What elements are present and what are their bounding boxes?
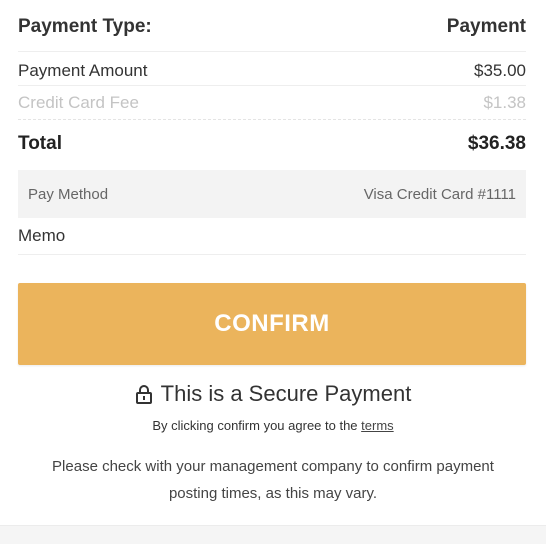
memo-row: Memo bbox=[18, 218, 526, 255]
payment-amount-row: Payment Amount $35.00 bbox=[18, 52, 526, 86]
payment-type-row: Payment Type: Payment bbox=[18, 0, 526, 52]
confirm-button[interactable]: CONFIRM bbox=[18, 283, 526, 365]
terms-agreement-text: By clicking confirm you agree to the bbox=[152, 418, 362, 433]
credit-card-fee-value: $1.38 bbox=[483, 92, 526, 112]
total-value: $36.38 bbox=[467, 133, 526, 154]
payment-amount-value: $35.00 bbox=[474, 60, 526, 80]
payment-type-label: Payment Type: bbox=[18, 15, 152, 37]
posting-times-note: Please check with your management compan… bbox=[52, 458, 494, 502]
pay-method-row: Pay Method Visa Credit Card #1111 bbox=[18, 170, 526, 218]
lock-icon bbox=[135, 384, 153, 404]
pay-method-value: Visa Credit Card #1111 bbox=[363, 185, 516, 203]
payment-amount-label: Payment Amount bbox=[18, 60, 148, 80]
credit-card-fee-label: Credit Card Fee bbox=[18, 92, 139, 112]
footer-divider bbox=[0, 525, 546, 544]
terms-link[interactable]: terms bbox=[361, 418, 394, 433]
payment-type-value: Payment bbox=[446, 15, 526, 37]
secure-payment-notice: This is a Secure Payment bbox=[0, 381, 546, 407]
credit-card-fee-row: Credit Card Fee $1.38 bbox=[18, 86, 526, 120]
pay-method-label: Pay Method bbox=[28, 185, 109, 203]
total-label: Total bbox=[18, 133, 62, 154]
total-row: Total $36.38 bbox=[18, 120, 526, 170]
payment-summary: Payment Type: Payment Payment Amount $35… bbox=[18, 0, 526, 255]
memo-label: Memo bbox=[18, 226, 66, 245]
secure-payment-text: This is a Secure Payment bbox=[160, 381, 412, 406]
terms-agreement: By clicking confirm you agree to the ter… bbox=[0, 418, 546, 433]
